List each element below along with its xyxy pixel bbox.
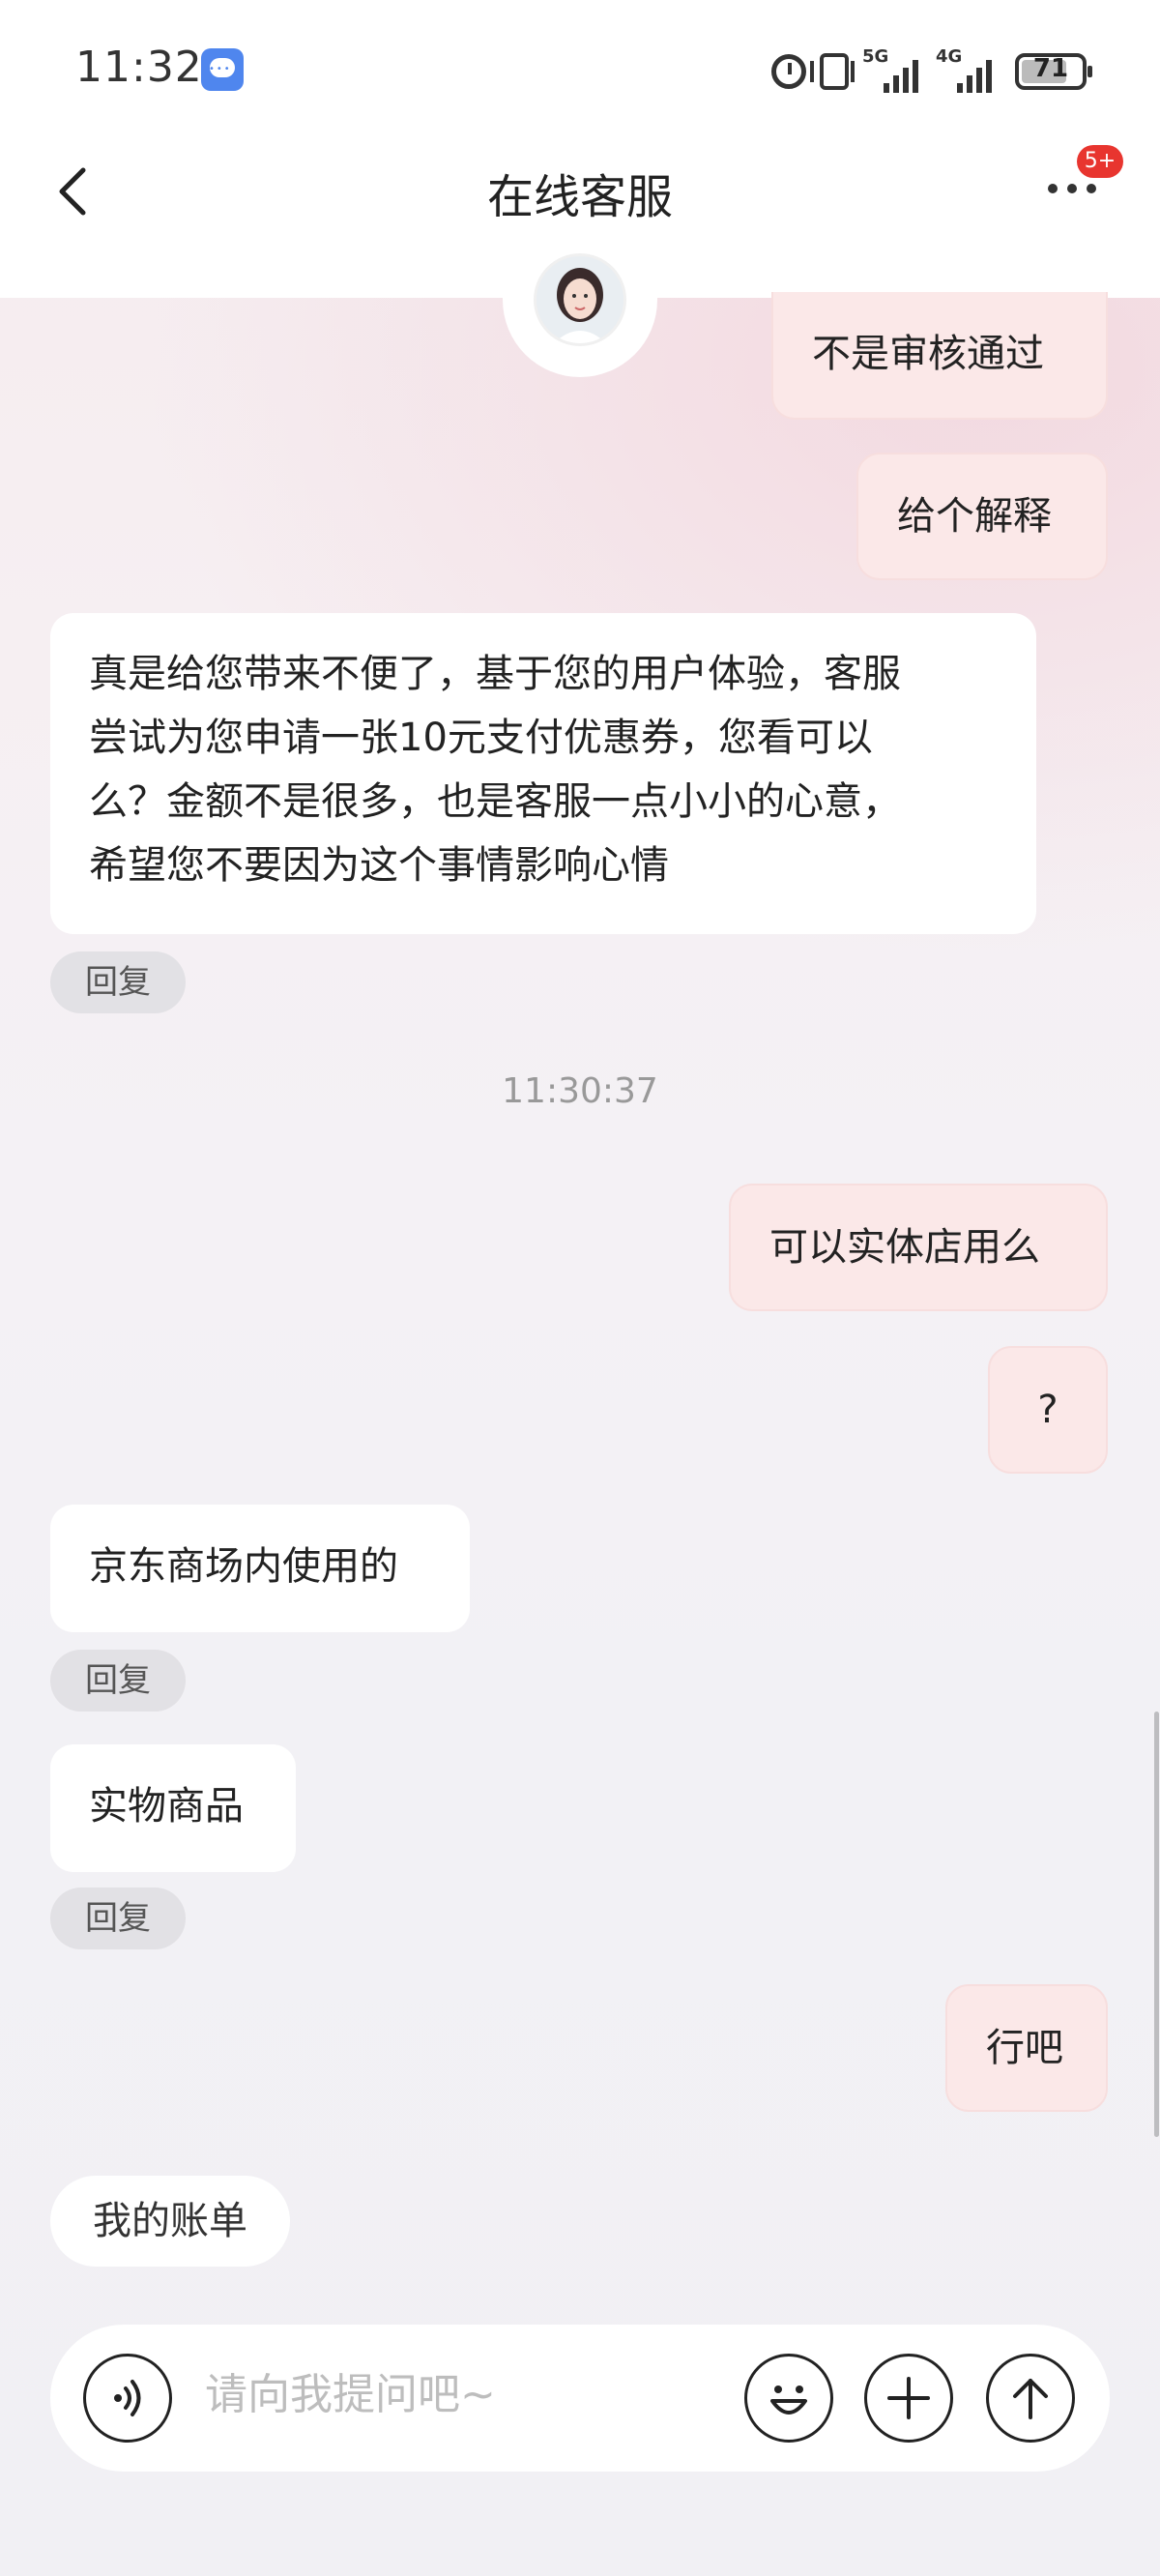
message-in: 京东商场内使用的 [50, 1505, 470, 1632]
signal-4g-icon: 4G [936, 46, 996, 93]
notification-badge: 5+ [1077, 145, 1123, 178]
reply-button[interactable]: 回复 [50, 951, 186, 1013]
message-out: ? [988, 1346, 1108, 1474]
message-input[interactable]: 请向我提问吧~ [205, 2359, 496, 2421]
message-out: 不是审核通过 [771, 292, 1108, 420]
message-line: 真是给您带来不便了，基于您的用户体验，客服 [89, 652, 901, 696]
message-timestamp: 11:30:37 [502, 1071, 658, 1111]
page-title: 在线客服 [486, 170, 673, 224]
message-out: 可以实体店用么 [729, 1184, 1108, 1311]
scrollbar[interactable] [1154, 1712, 1159, 2137]
reply-button[interactable]: 回复 [50, 1650, 186, 1712]
message-out: 行吧 [945, 1984, 1108, 2112]
more-options-icon[interactable] [1048, 174, 1106, 203]
alarm-icon [771, 54, 806, 89]
vibrate-icon [810, 53, 855, 90]
message-line: 希望您不要因为这个事情影响心情 [89, 843, 669, 888]
emoji-icon[interactable] [744, 2354, 833, 2443]
battery-level: 71 [1032, 54, 1069, 83]
message-in: 真是给您带来不便了，基于您的用户体验，客服 尝试为您申请一张10元支付优惠券，您… [50, 613, 1036, 934]
reply-button[interactable]: 回复 [50, 1888, 186, 1949]
status-icons: 5G 4G 71 [771, 46, 1092, 97]
agent-avatar[interactable] [534, 253, 626, 346]
message-out: 给个解释 [856, 453, 1108, 580]
message-line: 么？金额不是很多，也是客服一点小小的心意， [89, 779, 901, 824]
message-dots: ••• [209, 64, 232, 74]
message-line: 尝试为您申请一张10元支付优惠券，您看可以 [89, 716, 873, 760]
send-icon[interactable] [986, 2354, 1075, 2443]
voice-icon[interactable] [83, 2354, 172, 2443]
message-in: 实物商品 [50, 1744, 296, 1872]
quick-reply-my-bill[interactable]: 我的账单 [50, 2176, 290, 2267]
status-time: 11:32 [75, 43, 203, 92]
add-icon[interactable] [864, 2354, 953, 2443]
battery-icon: 71 [1015, 53, 1092, 90]
signal-5g-icon: 5G [862, 46, 922, 93]
